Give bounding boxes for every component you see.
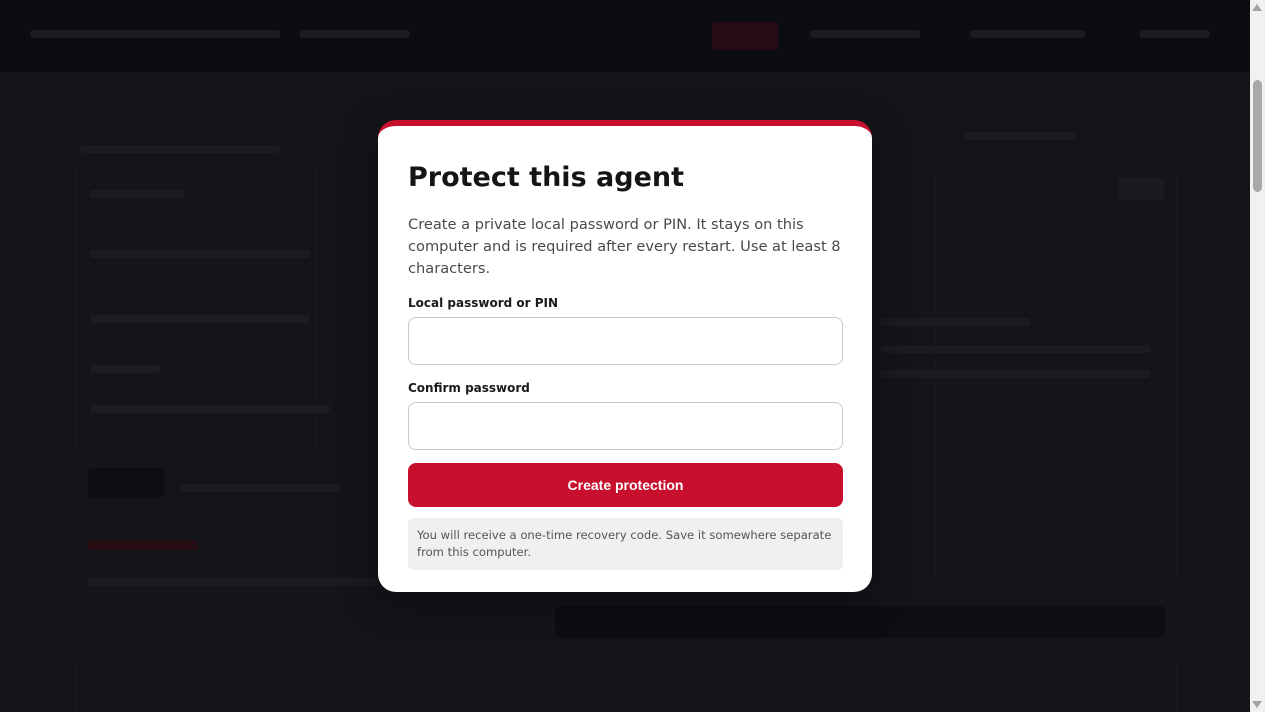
protect-agent-dialog: Protect this agent Create a private loca…: [378, 120, 872, 592]
dialog-description: Create a private local password or PIN. …: [408, 216, 841, 277]
confirm-password-label: Confirm password: [408, 381, 530, 395]
confirm-password-input[interactable]: [408, 402, 843, 450]
dialog-title: Protect this agent: [408, 162, 685, 193]
password-input[interactable]: [408, 317, 843, 365]
scroll-down-arrow-icon[interactable]: [1252, 701, 1262, 708]
page-scrollbar[interactable]: [1250, 0, 1265, 712]
password-label: Local password or PIN: [408, 296, 559, 310]
scroll-up-arrow-icon[interactable]: [1252, 4, 1262, 11]
scrollbar-thumb[interactable]: [1253, 80, 1262, 192]
recovery-code-note: You will receive a one-time recovery cod…: [408, 518, 843, 570]
create-protection-button[interactable]: Create protection: [408, 463, 843, 507]
